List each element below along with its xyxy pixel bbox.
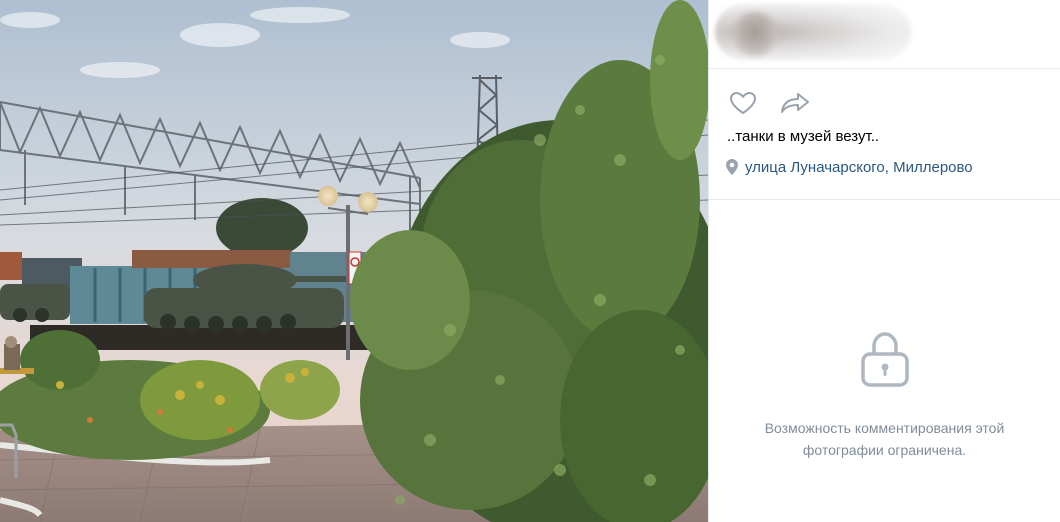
lock-icon <box>860 330 910 393</box>
location-text: улица Луначарского, Миллерово <box>745 158 973 176</box>
post-photo[interactable] <box>0 0 708 522</box>
avatar[interactable] <box>733 12 777 56</box>
like-button[interactable] <box>727 90 759 116</box>
post-actions <box>727 90 811 116</box>
heart-icon <box>730 92 756 114</box>
divider <box>709 199 1060 200</box>
comments-restricted: Возможность комментирования этой фотогра… <box>709 330 1060 461</box>
comments-restricted-message: Возможность комментирования этой фотогра… <box>764 420 1005 458</box>
author-header <box>709 0 1060 69</box>
location-link[interactable]: улица Луначарского, Миллерово <box>725 158 973 176</box>
post-caption: ..танки в музей везут.. <box>727 128 880 145</box>
post-side-panel: ..танки в музей везут.. улица Луначарско… <box>708 0 1060 522</box>
location-pin-icon <box>726 159 738 175</box>
photo-scene <box>0 0 708 522</box>
share-button[interactable] <box>779 90 811 116</box>
share-arrow-icon <box>781 93 809 113</box>
